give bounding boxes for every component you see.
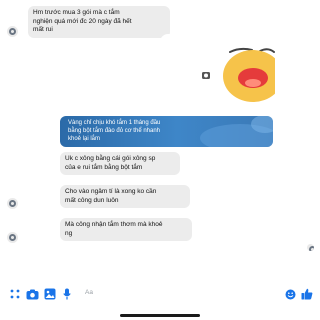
message-bubble: Cho vào ngâm tí là xong ko cần mất công … [60, 185, 190, 208]
message-input[interactable]: Aa [78, 285, 303, 303]
camera-icon[interactable] [25, 288, 39, 300]
image-icon[interactable] [43, 288, 57, 300]
emoji-icon[interactable] [284, 288, 296, 300]
thumbs-up-icon[interactable] [300, 288, 314, 300]
camera-lens [204, 73, 208, 78]
microphone-icon[interactable] [61, 288, 73, 300]
avatar[interactable] [7, 26, 18, 37]
face-illustration [202, 47, 275, 102]
shared-photo[interactable] [160, 34, 275, 114]
shared-post-banner[interactable]: Vàng chỉ chịu khó tắm 1 tháng đầu bằng b… [60, 116, 273, 147]
avatar[interactable] [7, 198, 18, 209]
home-indicator [120, 314, 200, 317]
message-bubble: Hm trước mua 3 gói mà c tắm nghiện quá m… [28, 6, 170, 38]
grid-dots-icon[interactable] [8, 288, 22, 300]
seen-avatar [307, 244, 314, 251]
banner-decoration [200, 116, 273, 147]
avatar[interactable] [7, 232, 18, 243]
message-bubble: Uk c xông bằng cái gói xông sp của e rui… [60, 152, 180, 175]
tongue-shape [245, 79, 261, 87]
message-input-placeholder: Aa [85, 289, 93, 296]
message-bubble: Mà công nhận tắm thơm mà khoẻ ng [60, 218, 192, 241]
